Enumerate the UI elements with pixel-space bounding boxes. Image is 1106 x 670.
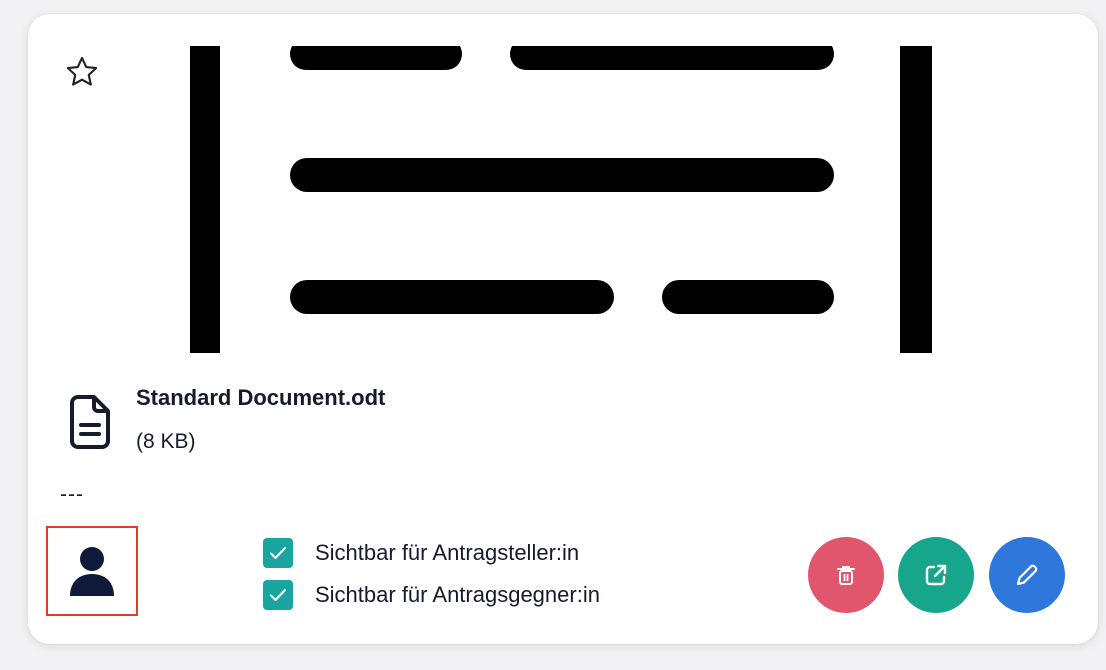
document-preview-thumbnail[interactable] xyxy=(190,46,936,353)
visibility-applicant-checkbox[interactable] xyxy=(263,538,293,568)
edit-button[interactable] xyxy=(989,537,1065,613)
file-size: (8 KB) xyxy=(136,430,196,453)
owner-indicator[interactable] xyxy=(46,526,138,616)
file-name: Standard Document.odt xyxy=(136,385,386,410)
pencil-icon xyxy=(1016,564,1038,586)
person-icon xyxy=(70,547,114,596)
visibility-opponent-row[interactable]: Sichtbar für Antragsgegner:in xyxy=(263,579,600,611)
visibility-applicant-label: Sichtbar für Antragsteller:in xyxy=(315,540,580,565)
external-link-icon xyxy=(925,564,947,586)
visibility-applicant-row[interactable]: Sichtbar für Antragsteller:in xyxy=(263,537,579,569)
star-icon[interactable] xyxy=(64,54,100,90)
checkmark-icon xyxy=(270,589,286,601)
separator-text: --- xyxy=(60,483,84,506)
delete-button[interactable] xyxy=(808,537,884,613)
trash-icon xyxy=(837,566,855,585)
open-external-button[interactable] xyxy=(898,537,974,613)
checkmark-icon xyxy=(270,547,286,559)
document-icon xyxy=(70,395,110,449)
visibility-opponent-label: Sichtbar für Antragsgegner:in xyxy=(315,582,600,607)
visibility-opponent-checkbox[interactable] xyxy=(263,580,293,610)
